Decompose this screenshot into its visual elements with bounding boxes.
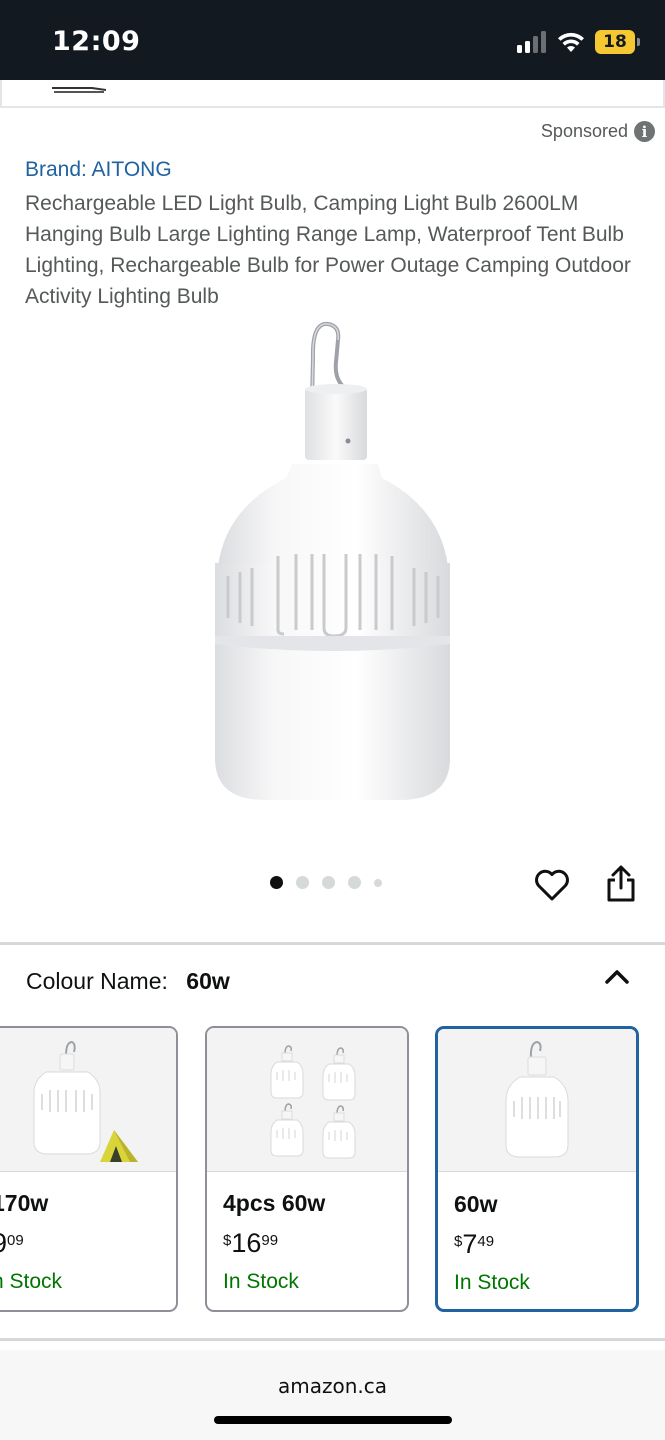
variant-card-4pcs-60w[interactable]: 4pcs 60w $ 16 99 In Stock <box>205 1026 409 1312</box>
variant-card-60w[interactable]: 60w $ 7 49 In Stock <box>435 1026 639 1312</box>
price-currency: $ <box>223 1232 232 1249</box>
price-whole: 7 <box>462 1229 478 1259</box>
browser-address-bar[interactable]: amazon.ca <box>0 1350 665 1440</box>
heart-icon[interactable] <box>533 866 571 904</box>
section-divider <box>0 942 665 945</box>
status-icons: 18 <box>517 28 640 56</box>
share-icon[interactable] <box>603 864 639 904</box>
single-bulb-image <box>505 1040 569 1158</box>
product-title[interactable]: Rechargeable LED Light Bulb, Camping Lig… <box>25 188 650 312</box>
variant-thumbnail <box>438 1029 636 1172</box>
battery-level: 18 <box>603 32 627 52</box>
sponsored-label[interactable]: Sponsored i <box>541 121 655 142</box>
brand-link[interactable]: Brand: AITONG <box>25 158 172 182</box>
variant-label: Colour Name: <box>26 968 168 994</box>
previous-product-thumbnail <box>52 87 106 93</box>
variant-selector-header[interactable]: Colour Name: 60w <box>26 968 230 995</box>
variant-selected-value: 60w <box>186 968 230 994</box>
variant-price: 9 09 <box>0 1228 24 1259</box>
section-divider <box>0 1338 665 1341</box>
variant-thumbnail <box>207 1028 407 1172</box>
carousel-dot[interactable] <box>322 876 335 889</box>
wifi-icon <box>558 32 584 52</box>
price-currency: $ <box>454 1233 463 1250</box>
carousel-dot[interactable] <box>348 876 361 889</box>
status-bar: 12:09 18 <box>0 0 665 80</box>
price-cents: 99 <box>261 1232 279 1249</box>
variant-stock-status: n Stock <box>0 1270 63 1293</box>
image-carousel-dots[interactable] <box>270 876 382 889</box>
domain-text[interactable]: amazon.ca <box>0 1374 665 1398</box>
product-image[interactable] <box>200 318 465 808</box>
previous-card-edge <box>0 80 665 108</box>
variant-stock-status: In Stock <box>223 1270 299 1293</box>
sponsored-text: Sponsored <box>540 121 628 141</box>
variant-thumbnail <box>0 1028 176 1172</box>
variant-price: $ 7 49 <box>454 1229 494 1260</box>
battery-icon: 18 <box>595 30 640 54</box>
price-cents: 09 <box>7 1232 24 1249</box>
variant-stock-status: In Stock <box>454 1271 530 1294</box>
variant-name: 170w <box>0 1190 49 1216</box>
chevron-up-icon[interactable] <box>603 966 631 986</box>
cellular-signal-icon <box>517 31 546 53</box>
price-whole: 9 <box>0 1228 7 1259</box>
info-icon[interactable]: i <box>634 121 655 142</box>
status-time: 12:09 <box>52 26 141 57</box>
four-bulbs-image <box>270 1045 356 1159</box>
variant-name: 4pcs 60w <box>223 1190 326 1216</box>
variant-name: 60w <box>454 1191 498 1217</box>
carousel-dot[interactable] <box>374 878 382 887</box>
carousel-dot[interactable] <box>296 876 309 889</box>
variant-price: $ 16 99 <box>223 1228 278 1259</box>
variant-card-170w[interactable]: 170w 9 09 n Stock <box>0 1026 178 1312</box>
price-cents: 49 <box>477 1233 495 1250</box>
carousel-dot[interactable] <box>270 876 283 889</box>
price-whole: 16 <box>231 1228 262 1258</box>
home-indicator[interactable] <box>214 1416 452 1424</box>
bulb-with-tent-image <box>33 1040 138 1162</box>
